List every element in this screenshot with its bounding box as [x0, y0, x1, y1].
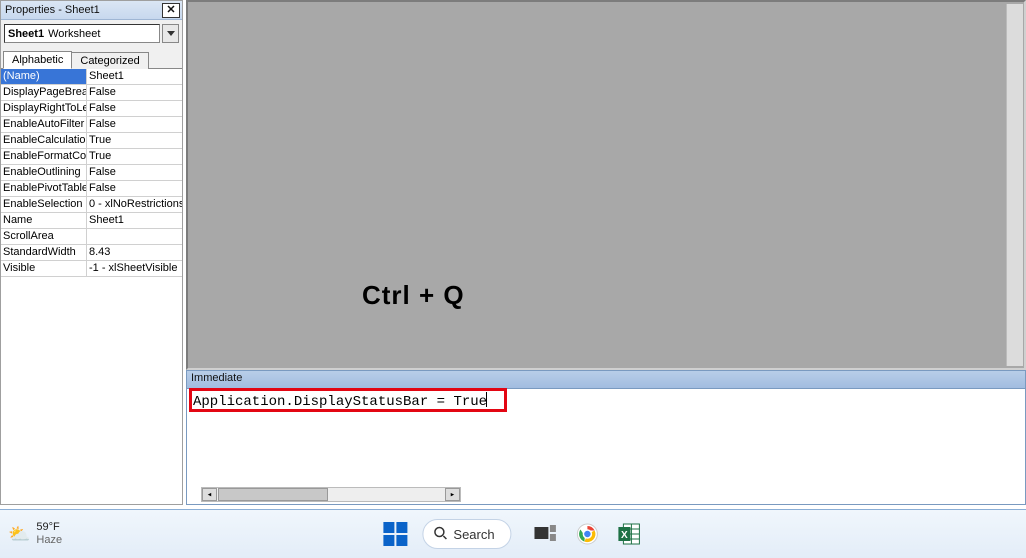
property-value[interactable]: Sheet1 [87, 69, 182, 84]
immediate-panel: Immediate Application.DisplayStatusBar =… [186, 370, 1026, 505]
property-value[interactable]: False [87, 181, 182, 196]
weather-widget[interactable]: ⛅ 59°F Haze [8, 521, 62, 547]
properties-panel: Properties - Sheet1 ✕ Sheet1 Worksheet A… [0, 0, 183, 505]
object-selector-dropdown[interactable] [162, 24, 179, 43]
property-name: Visible [1, 261, 87, 276]
property-name: EnableSelection [1, 197, 87, 212]
property-value[interactable]: False [87, 165, 182, 180]
properties-panel-title: Properties - Sheet1 [5, 4, 100, 16]
property-row[interactable]: Visible-1 - xlSheetVisible [1, 261, 182, 277]
task-view-icon [535, 525, 557, 543]
weather-icon: ⛅ [8, 528, 30, 541]
object-selector-box[interactable]: Sheet1 Worksheet [4, 24, 160, 43]
search-label: Search [453, 527, 494, 542]
chevron-down-icon [167, 31, 175, 36]
text-caret [486, 392, 487, 407]
object-selector: Sheet1 Worksheet [1, 20, 182, 47]
windows-icon [382, 521, 408, 547]
property-name: EnableFormatCon [1, 149, 87, 164]
horizontal-scrollbar[interactable]: ◂ ▸ [201, 487, 461, 502]
object-name: Sheet1 [8, 28, 44, 40]
close-icon[interactable]: ✕ [162, 3, 180, 18]
property-row[interactable]: EnableFormatConTrue [1, 149, 182, 165]
property-value[interactable]: 0 - xlNoRestrictions [87, 197, 182, 212]
property-name: DisplayRightToLeft [1, 101, 87, 116]
property-value[interactable] [87, 229, 182, 244]
property-row[interactable]: ScrollArea [1, 229, 182, 245]
object-type: Worksheet [48, 28, 100, 40]
property-row[interactable]: DisplayPageBreaksFalse [1, 85, 182, 101]
properties-tabs: Alphabetic Categorized [1, 47, 182, 69]
property-value[interactable]: False [87, 101, 182, 116]
property-name: EnableOutlining [1, 165, 87, 180]
property-value[interactable]: 8.43 [87, 245, 182, 260]
scroll-right-button[interactable]: ▸ [445, 488, 460, 501]
property-name: StandardWidth [1, 245, 87, 260]
immediate-code: Application.DisplayStatusBar = True [193, 394, 487, 410]
property-name: ScrollArea [1, 229, 87, 244]
property-row[interactable]: EnablePivotTableFalse [1, 181, 182, 197]
property-value[interactable]: False [87, 85, 182, 100]
excel-icon: X [618, 522, 642, 546]
properties-panel-title-bar: Properties - Sheet1 ✕ [1, 1, 182, 20]
property-name: EnableAutoFilter [1, 117, 87, 132]
chrome-app[interactable] [574, 520, 602, 548]
property-value[interactable]: True [87, 133, 182, 148]
property-name: DisplayPageBreaks [1, 85, 87, 100]
property-value[interactable]: True [87, 149, 182, 164]
properties-grid: (Name)Sheet1DisplayPageBreaksFalseDispla… [1, 69, 182, 504]
property-name: EnablePivotTable [1, 181, 87, 196]
taskbar: ⛅ 59°F Haze Search [0, 509, 1026, 558]
property-value[interactable]: False [87, 117, 182, 132]
property-row[interactable]: (Name)Sheet1 [1, 69, 182, 85]
property-name: EnableCalculation [1, 133, 87, 148]
property-row[interactable]: EnableCalculationTrue [1, 133, 182, 149]
shortcut-overlay: Ctrl + Q [362, 280, 465, 311]
property-value[interactable]: -1 - xlSheetVisible [87, 261, 182, 276]
scroll-left-button[interactable]: ◂ [202, 488, 217, 501]
tab-alphabetic[interactable]: Alphabetic [3, 51, 72, 69]
scroll-thumb[interactable] [218, 488, 328, 501]
excel-app[interactable]: X [616, 520, 644, 548]
code-area [186, 0, 1026, 370]
tab-categorized[interactable]: Categorized [72, 52, 148, 69]
immediate-title: Immediate [187, 371, 1025, 389]
property-name: (Name) [1, 69, 87, 84]
svg-text:X: X [621, 530, 628, 541]
property-row[interactable]: EnableAutoFilterFalse [1, 117, 182, 133]
weather-desc: Haze [36, 534, 62, 547]
property-name: Name [1, 213, 87, 228]
chrome-icon [576, 522, 600, 546]
search-icon [433, 526, 447, 543]
immediate-input[interactable]: Application.DisplayStatusBar = True ◂ ▸ [187, 389, 1025, 504]
property-value[interactable]: Sheet1 [87, 213, 182, 228]
weather-temp: 59°F [36, 521, 62, 534]
property-row[interactable]: StandardWidth8.43 [1, 245, 182, 261]
property-row[interactable]: NameSheet1 [1, 213, 182, 229]
vertical-scrollbar[interactable] [1006, 4, 1023, 366]
property-row[interactable]: DisplayRightToLeftFalse [1, 101, 182, 117]
task-view-button[interactable] [532, 520, 560, 548]
start-button[interactable] [382, 521, 408, 547]
property-row[interactable]: EnableSelection0 - xlNoRestrictions [1, 197, 182, 213]
property-row[interactable]: EnableOutliningFalse [1, 165, 182, 181]
taskbar-search[interactable]: Search [422, 519, 511, 549]
